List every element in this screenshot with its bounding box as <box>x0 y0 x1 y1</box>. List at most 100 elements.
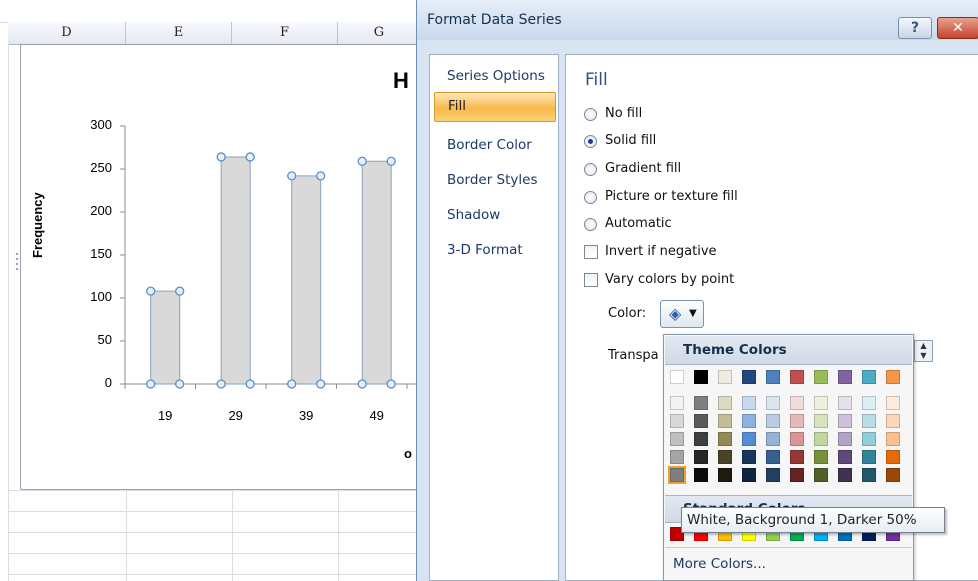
y-axis-title[interactable]: Frequency <box>30 192 45 258</box>
spin-down-icon[interactable]: ▼ <box>915 351 932 361</box>
color-picker-popup: Theme Colors Standard Colors More Colors… <box>663 334 914 581</box>
theme-shade-swatch[interactable] <box>694 468 708 482</box>
automatic-fill-radio[interactable] <box>584 218 597 231</box>
theme-shade-swatch[interactable] <box>814 450 828 464</box>
theme-shade-swatch[interactable] <box>742 468 756 482</box>
theme-shade-swatch[interactable] <box>766 396 780 410</box>
selection-handle <box>146 286 156 296</box>
theme-shade-swatch[interactable] <box>742 396 756 410</box>
theme-shade-swatch[interactable] <box>766 414 780 428</box>
theme-shade-swatch[interactable] <box>886 396 900 410</box>
grid-line <box>8 553 420 554</box>
selection-handle <box>245 152 255 162</box>
theme-shade-swatch[interactable] <box>742 432 756 446</box>
more-colors-link[interactable]: More Colors... <box>673 556 766 572</box>
theme-shade-swatch[interactable] <box>838 396 852 410</box>
theme-shade-swatch[interactable] <box>694 396 708 410</box>
theme-shade-swatch[interactable] <box>766 432 780 446</box>
theme-shade-swatch[interactable] <box>814 414 828 428</box>
color-dropdown-button[interactable]: ◈ ▼ <box>660 300 704 328</box>
theme-shade-swatch[interactable] <box>694 432 708 446</box>
theme-shade-swatch[interactable] <box>718 432 732 446</box>
nav-3d-format[interactable]: 3-D Format <box>430 235 558 265</box>
invert-if-negative-checkbox[interactable] <box>584 245 598 259</box>
y-tick-label: 0 <box>104 375 112 390</box>
theme-shade-swatch[interactable] <box>814 468 828 482</box>
theme-shade-swatch[interactable] <box>790 450 804 464</box>
theme-shade-swatch[interactable] <box>790 432 804 446</box>
invert-if-negative-label: Invert if negative <box>605 244 717 259</box>
fill-heading: Fill <box>585 70 608 90</box>
nav-series-options[interactable]: Series Options <box>430 61 558 91</box>
selection-handle <box>287 171 297 181</box>
nav-border-styles[interactable]: Border Styles <box>430 165 558 195</box>
theme-shade-swatch[interactable] <box>886 414 900 428</box>
theme-shade-swatch[interactable] <box>862 432 876 446</box>
theme-shade-swatch[interactable] <box>790 468 804 482</box>
x-tick-label: 19 <box>157 408 173 423</box>
theme-shade-swatch[interactable] <box>838 450 852 464</box>
spin-up-icon[interactable]: ▲ <box>915 341 932 351</box>
theme-shade-swatch[interactable] <box>718 468 732 482</box>
theme-shade-swatch[interactable] <box>790 396 804 410</box>
theme-shade-swatch[interactable] <box>838 468 852 482</box>
theme-color-swatch[interactable] <box>742 370 756 384</box>
no-fill-radio[interactable] <box>584 108 597 121</box>
theme-shade-swatch[interactable] <box>718 414 732 428</box>
selection-handle <box>216 152 226 162</box>
theme-shade-swatch[interactable] <box>668 466 686 484</box>
theme-shade-swatch[interactable] <box>814 432 828 446</box>
selection-handle <box>357 379 367 389</box>
theme-color-swatch[interactable] <box>838 370 852 384</box>
theme-shade-swatch[interactable] <box>742 450 756 464</box>
theme-shade-swatch[interactable] <box>862 396 876 410</box>
theme-shade-swatch[interactable] <box>814 396 828 410</box>
grid-line <box>8 511 420 512</box>
theme-shade-swatch[interactable] <box>862 468 876 482</box>
theme-shade-swatch[interactable] <box>670 396 684 410</box>
x-axis-title[interactable]: o <box>404 446 412 461</box>
theme-color-swatch[interactable] <box>694 370 708 384</box>
grid-line <box>8 574 420 575</box>
nav-border-color[interactable]: Border Color <box>430 130 558 160</box>
solid-fill-radio[interactable] <box>584 135 597 148</box>
theme-shade-swatch[interactable] <box>790 414 804 428</box>
theme-shade-swatch[interactable] <box>886 450 900 464</box>
theme-color-swatch[interactable] <box>718 370 732 384</box>
theme-shade-swatch[interactable] <box>694 450 708 464</box>
theme-shade-swatch[interactable] <box>742 414 756 428</box>
theme-shade-swatch[interactable] <box>718 396 732 410</box>
theme-shade-swatch[interactable] <box>670 414 684 428</box>
theme-shade-swatch[interactable] <box>838 432 852 446</box>
theme-shade-swatch[interactable] <box>766 450 780 464</box>
theme-shade-swatch[interactable] <box>886 432 900 446</box>
theme-shade-swatch[interactable] <box>886 468 900 482</box>
theme-color-swatch[interactable] <box>886 370 900 384</box>
theme-shade-swatch[interactable] <box>862 450 876 464</box>
theme-shade-swatch[interactable] <box>694 414 708 428</box>
close-button[interactable]: ✕ <box>937 17 978 39</box>
nav-shadow[interactable]: Shadow <box>430 200 558 230</box>
theme-color-swatch[interactable] <box>790 370 804 384</box>
dialog-titlebar[interactable]: Format Data Series ? ✕ <box>417 0 978 40</box>
theme-shade-swatch[interactable] <box>862 414 876 428</box>
theme-shade-swatch[interactable] <box>766 468 780 482</box>
picture-fill-radio[interactable] <box>584 191 597 204</box>
category-list: Series Options Fill Border Color Border … <box>429 54 559 581</box>
theme-shade-swatch[interactable] <box>670 450 684 464</box>
gradient-fill-radio[interactable] <box>584 163 597 176</box>
help-button[interactable]: ? <box>898 17 932 39</box>
theme-color-swatch[interactable] <box>862 370 876 384</box>
theme-shade-swatch[interactable] <box>718 450 732 464</box>
theme-color-swatch[interactable] <box>814 370 828 384</box>
theme-color-swatch[interactable] <box>670 370 684 384</box>
x-tick-label: 39 <box>298 408 314 423</box>
theme-shade-swatch[interactable] <box>670 432 684 446</box>
selection-handle <box>245 379 255 389</box>
theme-color-swatch[interactable] <box>766 370 780 384</box>
nav-fill[interactable]: Fill <box>434 92 556 122</box>
theme-shade-swatch[interactable] <box>838 414 852 428</box>
transparency-spinner[interactable]: ▲ ▼ <box>914 340 933 362</box>
bar <box>220 156 251 385</box>
vary-colors-checkbox[interactable] <box>584 273 598 287</box>
